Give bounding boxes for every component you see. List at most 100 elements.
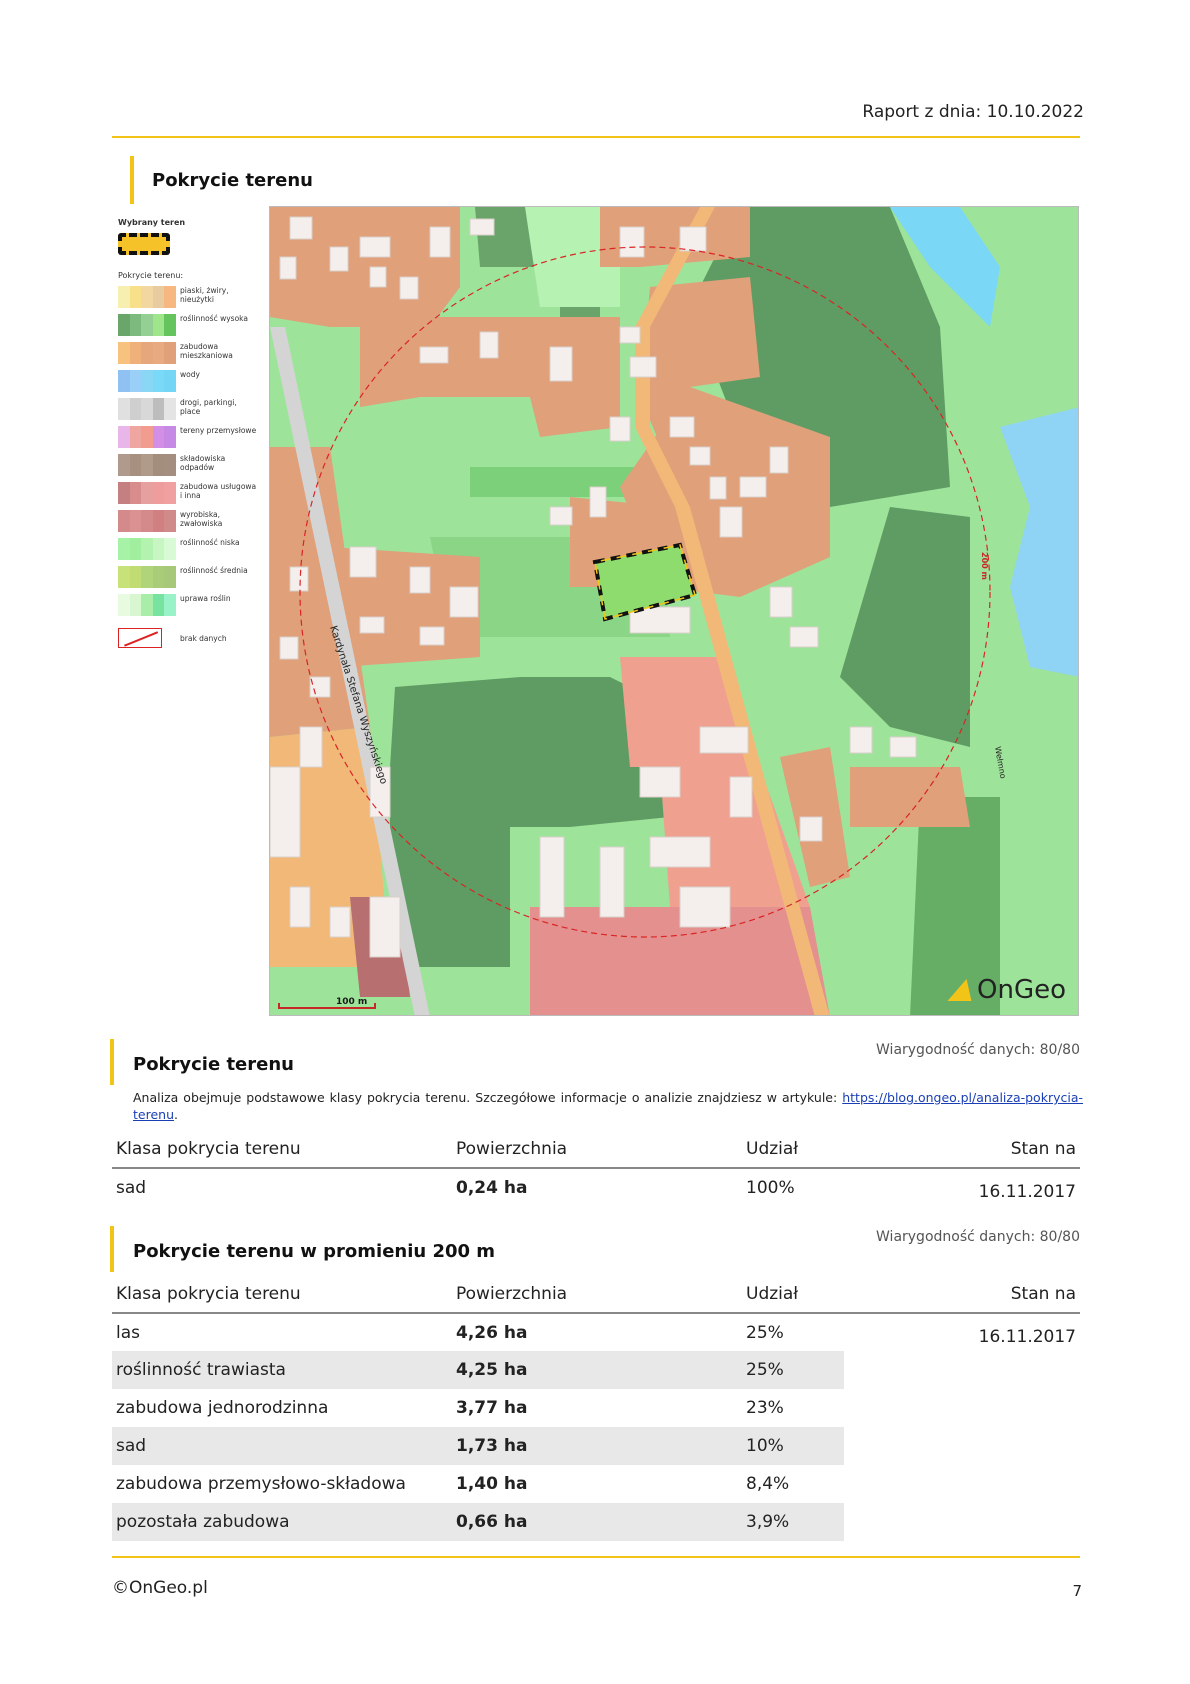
cover-share: 10% (742, 1427, 844, 1465)
cover-date: 16.11.2017 (978, 1326, 1076, 1347)
legend-item: uprawa roślin (118, 594, 258, 616)
table-row: zabudowa jednorodzinna 3,77 ha 23% (112, 1389, 1080, 1427)
legend-label: roślinność niska (180, 538, 240, 547)
land-cover-map[interactable]: Kardynała Stefana Wyszyńskiego Wełmno 20… (269, 206, 1079, 1016)
column-header: Stan na (844, 1134, 1080, 1169)
legend-item: składowiska odpadów (118, 454, 258, 476)
cover-class: roślinność trawiasta (112, 1351, 452, 1389)
no-data-swatch (118, 628, 162, 648)
legend-swatch (118, 566, 176, 588)
table-row: sad 1,73 ha 10% (112, 1427, 1080, 1465)
column-header: Udział (742, 1279, 844, 1314)
ongeo-logo: OnGeo (947, 975, 1066, 1005)
legend-item: piaski, żwiry, nieużytki (118, 286, 258, 308)
map-scale-label: 100 m (336, 997, 368, 1007)
legend-item-no-data: brak danych (118, 628, 258, 650)
cover-share: 8,4% (746, 1474, 790, 1494)
ongeo-logo-icon (947, 979, 979, 1001)
map-residential-area (850, 767, 970, 827)
map-grass-strip (470, 467, 640, 497)
legend-label: tereny przemysłowe (180, 426, 257, 435)
map-canvas: Kardynała Stefana Wyszyńskiego Wełmno 20… (270, 207, 1078, 1015)
legend-label: piaski, żwiry, nieużytki (180, 286, 229, 304)
cover-class: sad (112, 1427, 452, 1465)
section-accent-bar (110, 1039, 114, 1085)
cover-share: 23% (746, 1398, 784, 1418)
cover-class: zabudowa jednorodzinna (116, 1398, 329, 1418)
legend-item: wyrobiska, zwałowiska (118, 510, 258, 532)
cover-class: sad (116, 1177, 147, 1198)
cover-class: zabudowa przemysłowo-składowa (116, 1474, 406, 1494)
section-accent-bar (130, 156, 134, 204)
legend-label: zabudowa usługowa i inna (180, 482, 257, 500)
legend-swatch (118, 398, 176, 420)
footer-divider (112, 1556, 1080, 1558)
table-header-row: Klasa pokrycia terenu Powierzchnia Udzia… (112, 1134, 1080, 1169)
report-date: Raport z dnia: 10.10.2022 (862, 102, 1084, 122)
header-divider (112, 136, 1080, 138)
legend-swatch (118, 454, 176, 476)
cover-share: 100% (746, 1177, 795, 1198)
legend-item: roślinność średnia (118, 566, 258, 588)
legend-swatch (118, 370, 176, 392)
legend-label: składowiska odpadów (180, 454, 226, 472)
radius-cover-table: Klasa pokrycia terenu Powierzchnia Udzia… (112, 1279, 1080, 1541)
cover-area: 1,40 ha (456, 1474, 528, 1494)
radius-label: 200 m (980, 552, 989, 580)
cover-area: 4,25 ha (452, 1351, 742, 1389)
column-header: Udział (742, 1134, 844, 1169)
legend-cover-title: Pokrycie terenu: (118, 271, 184, 280)
legend-label: drogi, parkingi, place (180, 398, 237, 416)
legend-swatch (118, 426, 176, 448)
column-header: Powierzchnia (452, 1134, 742, 1169)
analysis-description: Analiza obejmuje podstawowe klasy pokryc… (133, 1090, 1083, 1122)
legend-swatch (118, 510, 176, 532)
section-accent-bar (110, 1226, 114, 1272)
cover-class: las (116, 1322, 140, 1343)
legend-item: zabudowa mieszkaniowa (118, 342, 258, 364)
legend-label: roślinność wysoka (180, 314, 248, 323)
legend-item: tereny przemysłowe (118, 426, 258, 448)
map-section-title: Pokrycie terenu (152, 170, 313, 191)
legend-item: roślinność wysoka (118, 314, 258, 336)
cover-area: 0,24 ha (456, 1177, 528, 1198)
cover-date: 16.11.2017 (978, 1181, 1076, 1202)
legend-item: wody (118, 370, 258, 392)
cover-class: pozostała zabudowa (112, 1503, 452, 1541)
column-header: Stan na (844, 1279, 1080, 1314)
cover-area: 0,66 ha (452, 1503, 742, 1541)
parcel-cover-table: Klasa pokrycia terenu Powierzchnia Udzia… (112, 1134, 1080, 1206)
radius-reliability: Wiarygodność danych: 80/80 (876, 1229, 1080, 1245)
legend-no-data-label: brak danych (180, 634, 227, 643)
cover-share: 25% (742, 1351, 844, 1389)
table-row: las 4,26 ha 25% 16.11.2017 (112, 1313, 1080, 1351)
legend-label: uprawa roślin (180, 594, 231, 603)
legend-label: roślinność średnia (180, 566, 248, 575)
legend-label: wody (180, 370, 200, 379)
footer-copyright: ©OnGeo.pl (112, 1578, 208, 1598)
legend-item: zabudowa usługowa i inna (118, 482, 258, 504)
radius-section-title: Pokrycie terenu w promieniu 200 m (133, 1241, 496, 1262)
page-number: 7 (1072, 1582, 1082, 1600)
column-header: Klasa pokrycia terenu (112, 1134, 452, 1169)
legend-swatch (118, 342, 176, 364)
map-legend: Wybrany teren Pokrycie terenu: piaski, ż… (118, 218, 258, 656)
cover-share: 25% (746, 1322, 784, 1343)
cover-area: 3,77 ha (456, 1398, 528, 1418)
table-row: zabudowa przemysłowo-składowa 1,40 ha 8,… (112, 1465, 1080, 1503)
table-row: pozostała zabudowa 0,66 ha 3,9% (112, 1503, 1080, 1541)
legend-swatch (118, 482, 176, 504)
column-header: Powierzchnia (452, 1279, 742, 1314)
legend-label: zabudowa mieszkaniowa (180, 342, 233, 360)
legend-swatch (118, 314, 176, 336)
legend-selected-title: Wybrany teren (118, 218, 186, 227)
cover-area: 1,73 ha (452, 1427, 742, 1465)
table-row: roślinność trawiasta 4,25 ha 25% (112, 1351, 1080, 1389)
cover-area: 4,26 ha (456, 1322, 528, 1343)
table-row: sad 0,24 ha 100% 16.11.2017 (112, 1168, 1080, 1206)
legend-item: roślinność niska (118, 538, 258, 560)
legend-item: drogi, parkingi, place (118, 398, 258, 420)
legend-items: piaski, żwiry, nieużytki roślinność wysok… (118, 286, 258, 616)
legend-swatch (118, 538, 176, 560)
cover-share: 3,9% (742, 1503, 844, 1541)
